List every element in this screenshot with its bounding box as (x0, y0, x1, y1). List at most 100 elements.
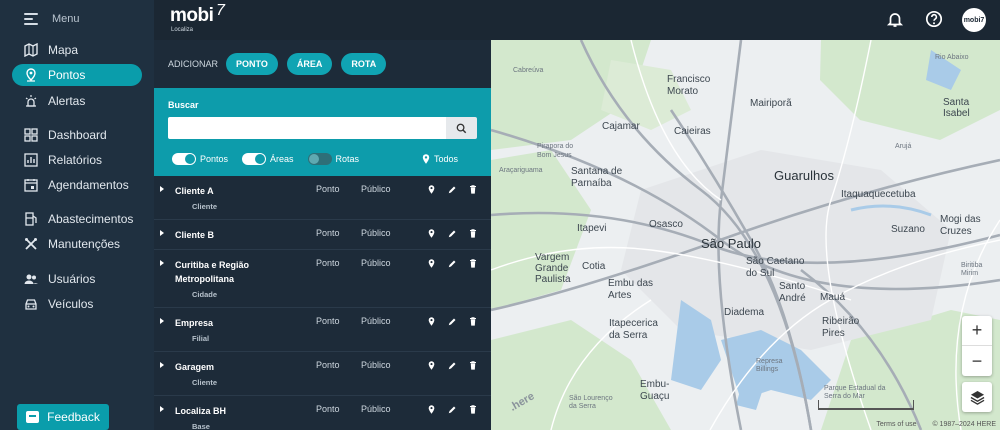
point-tag: Cliente (192, 202, 218, 211)
list-item[interactable]: Garagem Ponto Público Cliente (154, 352, 491, 396)
edit-pencil-icon[interactable] (447, 184, 457, 195)
list-item[interactable]: Empresa Ponto Público Filial (154, 308, 491, 352)
point-type: Ponto (316, 184, 340, 194)
edit-pencil-icon[interactable] (447, 258, 457, 269)
report-icon (24, 153, 38, 167)
list-item[interactable]: Localiza BH Ponto Público Base (154, 396, 491, 430)
locate-pin-icon[interactable] (426, 360, 436, 371)
map-label: São Lourenço da Serra (569, 395, 613, 410)
map-label: Arujá (895, 143, 912, 150)
delete-trash-icon[interactable] (468, 404, 478, 415)
edit-pencil-icon[interactable] (447, 404, 457, 415)
list-item[interactable]: Curitiba e Região Metropolitana Ponto Pú… (154, 250, 491, 308)
filter-pontos[interactable]: Pontos (172, 153, 228, 165)
menu-label: Menu (52, 13, 80, 25)
edit-pencil-icon[interactable] (447, 228, 457, 239)
map-label: Diadema (724, 307, 765, 318)
search-button[interactable] (446, 117, 477, 139)
point-tag: Cliente (192, 378, 218, 387)
add-point-button[interactable]: PONTO (226, 53, 278, 75)
sidebar-item-agendamentos[interactable]: Agendamentos (12, 174, 142, 196)
sidebar-item-alertas[interactable]: Alertas (12, 90, 142, 112)
map-label: Itapecerica da Serra (609, 318, 658, 341)
map-label: Vargem Grande Paulista (535, 252, 571, 285)
pin-icon (24, 68, 38, 82)
zoom-in-button[interactable]: + (962, 316, 992, 346)
calendar-icon (24, 178, 38, 192)
expand-caret-icon[interactable] (160, 230, 164, 236)
sidebar-item-label: Alertas (48, 94, 86, 108)
zoom-controls: + − (962, 316, 992, 376)
zoom-out-button[interactable]: − (962, 346, 992, 376)
layers-button[interactable] (962, 382, 992, 412)
add-bar: ADICIONAR PONTO ÁREA ROTA (154, 40, 491, 88)
locate-pin-icon[interactable] (426, 184, 436, 195)
sidebar-item-relatorios[interactable]: Relatórios (12, 149, 142, 171)
point-tag: Base (192, 422, 210, 430)
edit-pencil-icon[interactable] (447, 316, 457, 327)
notifications-bell-icon[interactable] (886, 10, 904, 28)
locate-pin-icon[interactable] (426, 316, 436, 327)
locate-pin-icon[interactable] (426, 258, 436, 269)
row-actions (426, 228, 489, 239)
expand-caret-icon[interactable] (160, 186, 164, 192)
expand-caret-icon[interactable] (160, 362, 164, 368)
sidebar-item-abastecimentos[interactable]: Abastecimentos (12, 208, 142, 230)
delete-trash-icon[interactable] (468, 184, 478, 195)
filter-label: Pontos (200, 154, 229, 164)
point-visibility: Público (361, 404, 391, 414)
filter-rotas[interactable]: Rotas (307, 153, 359, 165)
point-type: Ponto (316, 404, 340, 414)
point-name: Garagem (175, 362, 215, 372)
layers-icon (970, 390, 984, 405)
delete-trash-icon[interactable] (468, 228, 478, 239)
expand-caret-icon[interactable] (160, 406, 164, 412)
filter-all[interactable]: Todos (422, 154, 458, 164)
list-item[interactable]: Cliente B Ponto Público (154, 220, 491, 250)
sidebar-item-usuarios[interactable]: Usuários (12, 268, 142, 290)
add-area-button[interactable]: ÁREA (286, 53, 333, 75)
map-canvas[interactable] (491, 40, 1000, 430)
logo[interactable]: mobi 7 Localiza (170, 2, 225, 33)
menu-toggle[interactable]: Menu (0, 0, 154, 38)
locate-pin-icon[interactable] (426, 404, 436, 415)
toggle-rotas[interactable] (307, 153, 332, 165)
points-panel: ADICIONAR PONTO ÁREA ROTA Buscar Pontos … (154, 40, 491, 430)
expand-caret-icon[interactable] (160, 318, 164, 324)
map-view[interactable]: Cabreúva Francisco Morato Mairiporã Caja… (491, 40, 1000, 430)
delete-trash-icon[interactable] (468, 316, 478, 327)
help-icon[interactable] (925, 10, 943, 28)
add-route-button[interactable]: ROTA (341, 53, 387, 75)
delete-trash-icon[interactable] (468, 360, 478, 371)
feedback-button[interactable]: Feedback (17, 404, 109, 430)
sidebar-item-mapa[interactable]: Mapa (12, 39, 142, 61)
collapse-menu-icon[interactable] (24, 12, 40, 26)
delete-trash-icon[interactable] (468, 258, 478, 269)
row-actions (426, 184, 489, 195)
points-list: Cliente A Ponto Público Cliente Cliente … (154, 176, 491, 430)
expand-caret-icon[interactable] (160, 260, 164, 266)
sidebar-item-veiculos[interactable]: Veículos (12, 293, 142, 315)
filter-areas[interactable]: Áreas (242, 153, 294, 165)
search-label: Buscar (168, 100, 199, 110)
toggle-pontos[interactable] (172, 153, 196, 165)
sidebar-item-label: Relatórios (48, 153, 103, 167)
map-label: Represa Billings (756, 358, 783, 373)
sidebar-item-label: Mapa (48, 43, 79, 57)
sidebar-item-dashboard[interactable]: Dashboard (12, 124, 142, 146)
locate-pin-icon[interactable] (426, 228, 436, 239)
avatar[interactable]: mobi7 (962, 8, 986, 32)
list-item[interactable]: Cliente A Ponto Público Cliente (154, 176, 491, 220)
terms-of-use-link[interactable]: Terms of use (876, 421, 916, 428)
map-label: Itaquaquecetuba (841, 189, 916, 200)
sidebar-item-manutencoes[interactable]: Manutenções (12, 233, 142, 255)
sidebar-item-pontos[interactable]: Pontos (12, 64, 142, 86)
map-label: Cotia (582, 261, 606, 272)
point-type: Ponto (316, 258, 340, 268)
toggle-areas[interactable] (242, 153, 267, 165)
search-input[interactable] (168, 117, 446, 139)
edit-pencil-icon[interactable] (447, 360, 457, 371)
point-name: Curitiba e Região Metropolitana (175, 260, 250, 284)
map-scale-bar (818, 400, 914, 410)
filter-bar: Pontos Áreas Rotas Todos (172, 153, 472, 165)
